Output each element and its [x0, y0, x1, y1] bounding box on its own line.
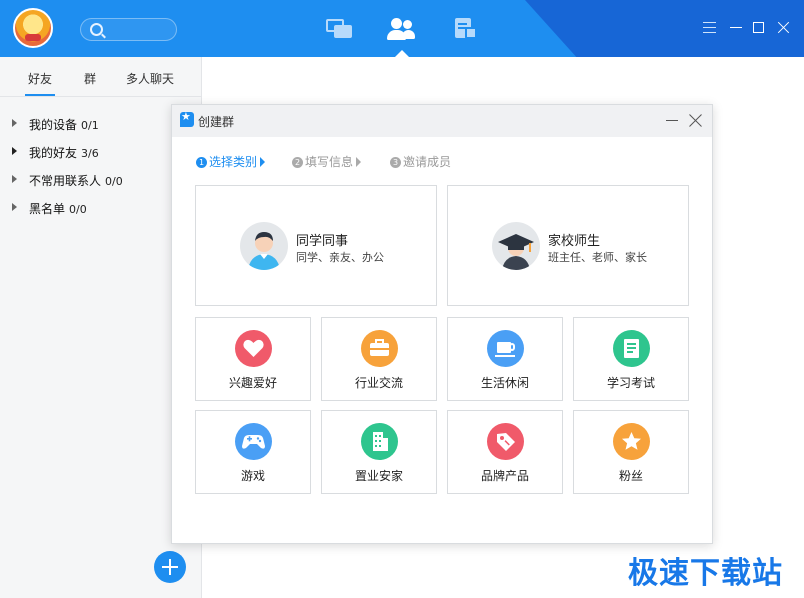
category-fans[interactable]: 粉丝 [573, 410, 689, 494]
search-box[interactable] [80, 18, 177, 41]
card-subtitle: 同学、亲友、办公 [296, 251, 384, 264]
category-label: 置业安家 [354, 469, 403, 483]
tab-groups[interactable]: 群 [84, 70, 96, 87]
group-count: 0/0 [105, 175, 123, 188]
category-interests[interactable]: 兴趣爱好 [195, 317, 311, 401]
group-name: 我的好友 [29, 146, 78, 160]
card-subtitle: 班主任、老师、家长 [548, 251, 647, 264]
group-count: 0/0 [69, 203, 87, 216]
briefcase-icon [361, 330, 398, 367]
category-study[interactable]: 学习考试 [573, 317, 689, 401]
heart-icon [235, 330, 272, 367]
site-watermark: 极速下载站 [628, 556, 783, 591]
user-avatar[interactable] [13, 8, 53, 48]
category-brands[interactable]: 品牌产品 [447, 410, 563, 494]
category-label: 兴趣爱好 [228, 376, 277, 390]
dialog-title: 创建群 [198, 115, 235, 129]
minimize-icon[interactable] [729, 19, 745, 35]
add-button[interactable] [154, 551, 186, 583]
expand-arrow-icon [12, 203, 17, 211]
card-title: 同学同事 [296, 234, 349, 249]
menu-icon[interactable] [702, 19, 718, 35]
category-label: 品牌产品 [480, 469, 529, 483]
expand-arrow-icon [12, 147, 17, 155]
category-school-family[interactable]: 家校师生 班主任、老师、家长 [447, 185, 689, 306]
close-icon[interactable] [776, 19, 792, 35]
graduation-cap-icon [492, 222, 540, 270]
category-classmates-colleagues[interactable]: 同学同事 同学、亲友、办公 [195, 185, 437, 306]
group-name: 我的设备 [29, 118, 78, 132]
star-icon [613, 423, 650, 460]
app-logo-icon [180, 110, 194, 127]
card-title: 家校师生 [548, 234, 601, 249]
active-tab-underline [25, 94, 55, 96]
dialog-header: 创建群 [172, 105, 712, 137]
category-leisure[interactable]: 生活休闲 [447, 317, 563, 401]
tab-friends[interactable]: 好友 [28, 70, 52, 87]
building-icon [361, 423, 398, 460]
coffee-cup-icon [487, 330, 524, 367]
top-bar [0, 0, 804, 57]
search-icon [90, 23, 103, 36]
person-avatar-icon [240, 222, 288, 270]
category-label: 行业交流 [354, 376, 403, 390]
category-industry[interactable]: 行业交流 [321, 317, 437, 401]
expand-arrow-icon [12, 175, 17, 183]
category-label: 学习考试 [606, 376, 655, 390]
maximize-icon[interactable] [752, 19, 768, 35]
tab-multi-chat[interactable]: 多人聊天 [126, 70, 174, 87]
notebook-icon [613, 330, 650, 367]
messages-tab-icon[interactable] [324, 17, 354, 41]
contacts-tabs: 好友 群 多人聊天 [0, 57, 201, 97]
category-label: 生活休闲 [480, 376, 529, 390]
group-name: 黑名单 [29, 202, 66, 216]
create-group-dialog: 创建群 1选择类别 2填写信息 3邀请成员 同学同事 同学、亲友、办公 [171, 104, 713, 544]
gamepad-icon [235, 423, 272, 460]
category-label: 游戏 [240, 469, 265, 483]
documents-tab-icon[interactable] [452, 17, 482, 41]
group-count: 3/6 [81, 147, 99, 160]
step-fill-info: 2 填写信息 [292, 153, 362, 170]
expand-arrow-icon [12, 119, 17, 127]
contacts-tab-icon[interactable] [386, 17, 416, 41]
tag-icon [487, 423, 524, 460]
category-games[interactable]: 游戏 [195, 410, 311, 494]
step-invite-members: 3 邀请成员 [390, 153, 451, 170]
category-label: 粉丝 [618, 469, 643, 483]
dialog-minimize-icon[interactable] [666, 120, 678, 121]
step-select-category: 1 选择类别 [196, 153, 266, 170]
group-name: 不常用联系人 [29, 174, 102, 188]
selected-tab-indicator [395, 50, 409, 57]
category-real-estate[interactable]: 置业安家 [321, 410, 437, 494]
group-count: 0/1 [81, 119, 99, 132]
dialog-close-icon[interactable] [688, 113, 703, 128]
